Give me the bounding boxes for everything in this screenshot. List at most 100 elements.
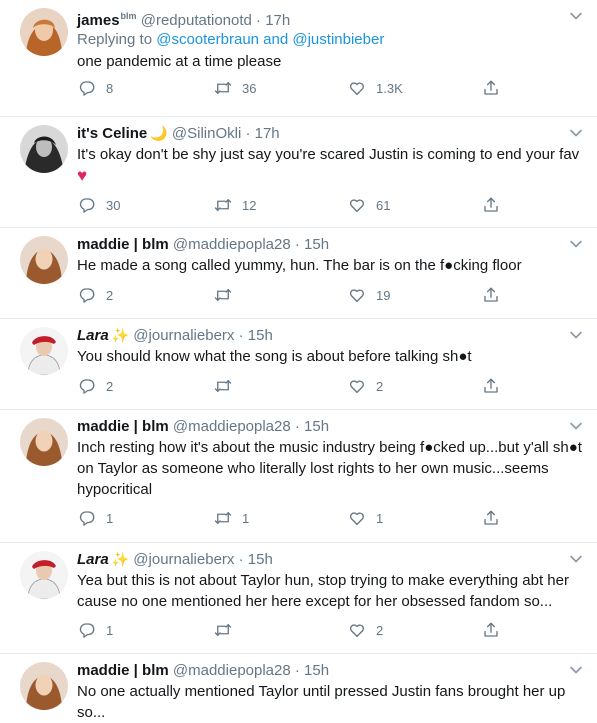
tweet[interactable]: Lara ✨ @journalieberx · 15h You should kn…: [0, 319, 597, 410]
reply-button[interactable]: 30: [78, 195, 120, 215]
timestamp[interactable]: 15h: [248, 327, 273, 344]
share-icon: [482, 286, 500, 304]
sparkles-emoji: ✨: [111, 551, 130, 567]
reply-count: 1: [106, 622, 114, 638]
share-button[interactable]: [482, 78, 500, 98]
avatar[interactable]: [20, 662, 68, 710]
timestamp[interactable]: 15h: [304, 418, 329, 435]
mention-conjunction[interactable]: and: [263, 31, 288, 48]
tweet-header: maddie | blm @maddiepopla28 · 15h: [77, 235, 585, 254]
timestamp[interactable]: 15h: [248, 551, 273, 568]
user-handle[interactable]: @journalieberx: [133, 551, 234, 568]
retweet-button[interactable]: 1: [214, 508, 249, 528]
reply-count: 30: [106, 197, 121, 213]
chevron-down-icon[interactable]: [569, 421, 583, 431]
share-button[interactable]: [482, 620, 500, 640]
share-icon: [482, 509, 500, 527]
tweet-header: Lara ✨ @journalieberx · 15h: [77, 326, 585, 345]
user-handle[interactable]: @journalieberx: [133, 327, 234, 344]
user-handle[interactable]: @maddiepopla28: [173, 418, 291, 435]
separator-dot: ·: [238, 327, 244, 344]
like-count: 1: [376, 510, 384, 526]
like-count: 2: [376, 622, 384, 638]
tweet-text: Yea but this is not about Taylor hun, st…: [77, 572, 569, 610]
retweet-count: 12: [242, 197, 257, 213]
tweet-header: maddie | blm @maddiepopla28 · 15h: [77, 661, 585, 680]
like-button[interactable]: 2: [348, 620, 383, 640]
timestamp[interactable]: 17h: [255, 125, 280, 142]
chevron-down-icon[interactable]: [569, 665, 583, 675]
like-button[interactable]: 19: [348, 285, 390, 305]
chevron-down-icon[interactable]: [569, 11, 583, 21]
like-icon: [348, 79, 366, 97]
timestamp[interactable]: 15h: [304, 236, 329, 253]
display-name[interactable]: Lara: [77, 327, 109, 344]
display-name[interactable]: it's Celine: [77, 125, 147, 142]
avatar[interactable]: [20, 236, 68, 284]
like-button[interactable]: 61: [348, 195, 390, 215]
display-name[interactable]: Lara: [77, 551, 109, 568]
reply-button[interactable]: 8: [78, 78, 113, 98]
tweet-header: maddie | blm @maddiepopla28 · 15h: [77, 417, 585, 436]
avatar[interactable]: [20, 8, 68, 56]
tweet-header: Lara ✨ @journalieberx · 15h: [77, 550, 585, 569]
reply-button[interactable]: 2: [78, 285, 113, 305]
tweet[interactable]: it's Celine 🌙 @SilinOkli · 17h It's okay …: [0, 117, 597, 228]
reply-button[interactable]: 1: [78, 620, 113, 640]
like-button[interactable]: 1: [348, 508, 383, 528]
reply-button[interactable]: 1: [78, 508, 113, 528]
like-icon: [348, 377, 366, 395]
reply-icon: [78, 286, 96, 304]
retweet-button[interactable]: [214, 376, 242, 396]
user-handle[interactable]: @maddiepopla28: [173, 662, 291, 679]
like-count: 61: [376, 197, 391, 213]
like-button[interactable]: 1.3K: [348, 78, 403, 98]
display-name[interactable]: maddie | blm: [77, 236, 169, 253]
chevron-down-icon[interactable]: [569, 239, 583, 249]
retweet-icon: [214, 621, 232, 639]
chevron-down-icon[interactable]: [569, 128, 583, 138]
tweet-header: jamesblm @redputationotd · 17h: [77, 7, 585, 30]
share-icon: [482, 79, 500, 97]
user-handle[interactable]: @SilinOkli: [172, 125, 241, 142]
retweet-button[interactable]: [214, 285, 242, 305]
share-icon: [482, 196, 500, 214]
timestamp[interactable]: 15h: [304, 662, 329, 679]
like-button[interactable]: 2: [348, 376, 383, 396]
share-button[interactable]: [482, 508, 500, 528]
separator-dot: ·: [294, 662, 300, 679]
tweet[interactable]: jamesblm @redputationotd · 17h Replying …: [0, 0, 597, 117]
timestamp[interactable]: 17h: [265, 12, 290, 29]
share-button[interactable]: [482, 376, 500, 396]
display-name[interactable]: james: [77, 12, 120, 29]
heart-emoji: ♥: [77, 166, 88, 185]
tweet-header: it's Celine 🌙 @SilinOkli · 17h: [77, 124, 585, 143]
share-button[interactable]: [482, 285, 500, 305]
tweet[interactable]: maddie | blm @maddiepopla28 · 15h No one…: [0, 654, 597, 721]
retweet-button[interactable]: 36: [214, 78, 256, 98]
avatar[interactable]: [20, 327, 68, 375]
avatar[interactable]: [20, 418, 68, 466]
reply-button[interactable]: 2: [78, 376, 113, 396]
avatar[interactable]: [20, 551, 68, 599]
retweet-button[interactable]: 12: [214, 195, 256, 215]
like-icon: [348, 509, 366, 527]
tweet[interactable]: maddie | blm @maddiepopla28 · 15h He mad…: [0, 228, 597, 319]
mention-link[interactable]: @scooterbraun: [156, 31, 259, 48]
tweet[interactable]: Lara ✨ @journalieberx · 15h Yea but this …: [0, 543, 597, 654]
display-name[interactable]: maddie | blm: [77, 662, 169, 679]
reply-count: 1: [106, 510, 114, 526]
avatar[interactable]: [20, 125, 68, 173]
chevron-down-icon[interactable]: [569, 330, 583, 340]
user-handle[interactable]: @redputationotd: [141, 12, 252, 29]
share-icon: [482, 621, 500, 639]
share-button[interactable]: [482, 195, 500, 215]
retweet-button[interactable]: [214, 620, 242, 640]
chevron-down-icon[interactable]: [569, 554, 583, 564]
retweet-icon: [214, 377, 232, 395]
mention-link[interactable]: @justinbieber: [292, 31, 384, 48]
reply-icon: [78, 509, 96, 527]
display-name[interactable]: maddie | blm: [77, 418, 169, 435]
tweet[interactable]: maddie | blm @maddiepopla28 · 15h Inch r…: [0, 410, 597, 543]
user-handle[interactable]: @maddiepopla28: [173, 236, 291, 253]
